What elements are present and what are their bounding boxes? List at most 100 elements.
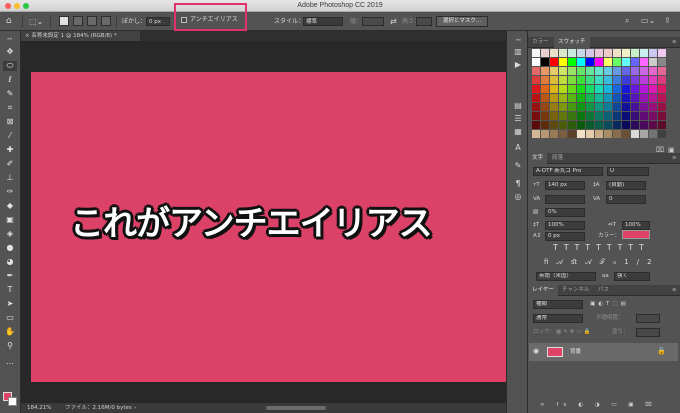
swatch-cell[interactable]	[568, 103, 576, 111]
swatch-cell[interactable]	[541, 112, 549, 120]
history-icon[interactable]: ▤	[512, 101, 524, 111]
swatch-cell[interactable]	[604, 76, 612, 84]
zoom-tool-icon[interactable]: ⚲	[3, 341, 17, 351]
home-icon[interactable]: ⌂	[6, 16, 12, 27]
swatch-cell[interactable]	[541, 58, 549, 66]
swatch-cell[interactable]	[622, 67, 630, 75]
swatch-cell[interactable]	[559, 49, 567, 57]
lock-icon[interactable]: 🔒	[657, 346, 666, 356]
swatch-cell[interactable]	[559, 85, 567, 93]
swatch-cell[interactable]	[613, 130, 621, 138]
swatch-cell[interactable]	[568, 85, 576, 93]
swatch-cell[interactable]	[649, 94, 657, 102]
tab-character[interactable]: 文字	[528, 153, 548, 164]
swatch-cell[interactable]	[649, 49, 657, 57]
swatch-cell[interactable]	[640, 121, 648, 129]
font-style-select[interactable]: U	[607, 167, 649, 176]
swatch-cell[interactable]	[631, 58, 639, 66]
swatch-cell[interactable]	[550, 58, 558, 66]
marquee-tool-preset-icon[interactable]: ⬚⌄	[29, 16, 43, 27]
blend-mode-select[interactable]: 通常	[533, 314, 583, 323]
swatch-cell[interactable]	[649, 67, 657, 75]
swatch-cell[interactable]	[577, 121, 585, 129]
status-menu-arrow-icon[interactable]: ›	[134, 403, 136, 413]
swatch-cell[interactable]	[658, 49, 666, 57]
width-input[interactable]	[362, 17, 384, 26]
swatch-cell[interactable]	[595, 85, 603, 93]
swatch-cell[interactable]	[559, 94, 567, 102]
font-family-select[interactable]: A-OTF 新丸ゴ Pro	[533, 167, 603, 176]
eyedropper-tool-icon[interactable]: ⁄	[3, 131, 17, 141]
swatch-cell[interactable]	[568, 49, 576, 57]
swatch-cell[interactable]	[658, 94, 666, 102]
swatch-cell[interactable]	[577, 67, 585, 75]
layer-filter-icons[interactable]: ▣◐T⬚▤	[590, 300, 629, 309]
swatch-cell[interactable]	[586, 103, 594, 111]
marquee-tool-icon[interactable]: ⬭	[3, 61, 17, 71]
swatch-cell[interactable]	[640, 112, 648, 120]
swatch-cell[interactable]	[604, 94, 612, 102]
height-input[interactable]	[416, 17, 432, 26]
swatch-cell[interactable]	[631, 94, 639, 102]
collapse-icon[interactable]: ▸▸	[3, 34, 17, 44]
paint-bucket-tool-icon[interactable]: ◈	[3, 229, 17, 239]
swatch-cell[interactable]	[631, 49, 639, 57]
feather-input[interactable]: 0 px	[146, 17, 170, 26]
swatch-cell[interactable]	[550, 76, 558, 84]
swatch-cell[interactable]	[604, 121, 612, 129]
swatch-cell[interactable]	[541, 76, 549, 84]
swatch-cell[interactable]	[586, 76, 594, 84]
shape-tool-icon[interactable]: ▭	[3, 313, 17, 323]
properties-icon[interactable]: ☰	[512, 114, 524, 124]
swatch-cell[interactable]	[613, 67, 621, 75]
swatch-cell[interactable]	[595, 76, 603, 84]
brush-tool-icon[interactable]: ✐	[3, 159, 17, 169]
tab-channels[interactable]: チャンネル	[558, 285, 593, 296]
tab-layers[interactable]: レイヤー	[528, 285, 558, 296]
adjustments-icon[interactable]: ▦	[512, 127, 524, 137]
select-and-mask-button[interactable]: 選択とマスク...	[436, 16, 488, 27]
swatch-cell[interactable]	[550, 121, 558, 129]
swatch-cell[interactable]	[559, 103, 567, 111]
swatch-cell[interactable]	[595, 121, 603, 129]
swatch-cell[interactable]	[550, 85, 558, 93]
swatch-cell[interactable]	[532, 85, 540, 93]
play-icon[interactable]: ▶	[512, 60, 524, 70]
swatch-cell[interactable]	[550, 67, 558, 75]
swatch-cell[interactable]	[649, 85, 657, 93]
baseline-input[interactable]: 0 px	[545, 232, 585, 241]
swatch-cell[interactable]	[658, 121, 666, 129]
swatch-cell[interactable]	[559, 67, 567, 75]
tab-paragraph[interactable]: 段落	[548, 153, 567, 164]
swatch-cell[interactable]	[595, 58, 603, 66]
swatch-cell[interactable]	[595, 49, 603, 57]
swatch-cell[interactable]	[658, 67, 666, 75]
eraser-tool-icon[interactable]: ◆	[3, 201, 17, 211]
antialias-method-select[interactable]: 強く	[614, 272, 650, 281]
swatch-cell[interactable]	[649, 76, 657, 84]
swatch-cell[interactable]	[568, 112, 576, 120]
swatch-cell[interactable]	[550, 112, 558, 120]
swatch-cell[interactable]	[541, 49, 549, 57]
share-icon[interactable]: ⇪	[664, 15, 671, 27]
swatch-cell[interactable]	[550, 103, 558, 111]
swatch-cell[interactable]	[568, 67, 576, 75]
style-select[interactable]: 標準	[303, 17, 343, 26]
swatch-cell[interactable]	[640, 103, 648, 111]
swatch-cell[interactable]	[649, 103, 657, 111]
language-select[interactable]: 英語（米国）	[536, 272, 596, 281]
swatch-cell[interactable]	[604, 67, 612, 75]
swatch-cell[interactable]	[658, 112, 666, 120]
swatch-cell[interactable]	[586, 85, 594, 93]
leading-input[interactable]: (自動)	[606, 181, 646, 190]
panel-menu-icon[interactable]: ≡	[668, 153, 680, 164]
swatch-cell[interactable]	[613, 85, 621, 93]
swatch-cell[interactable]	[595, 103, 603, 111]
swatch-cell[interactable]	[595, 94, 603, 102]
swatch-cell[interactable]	[658, 76, 666, 84]
tracking-input[interactable]: 0	[606, 195, 646, 204]
move-tool-icon[interactable]: ✥	[3, 47, 17, 57]
swatch-cell[interactable]	[622, 121, 630, 129]
swatch-cell[interactable]	[640, 85, 648, 93]
swatch-cell[interactable]	[631, 103, 639, 111]
